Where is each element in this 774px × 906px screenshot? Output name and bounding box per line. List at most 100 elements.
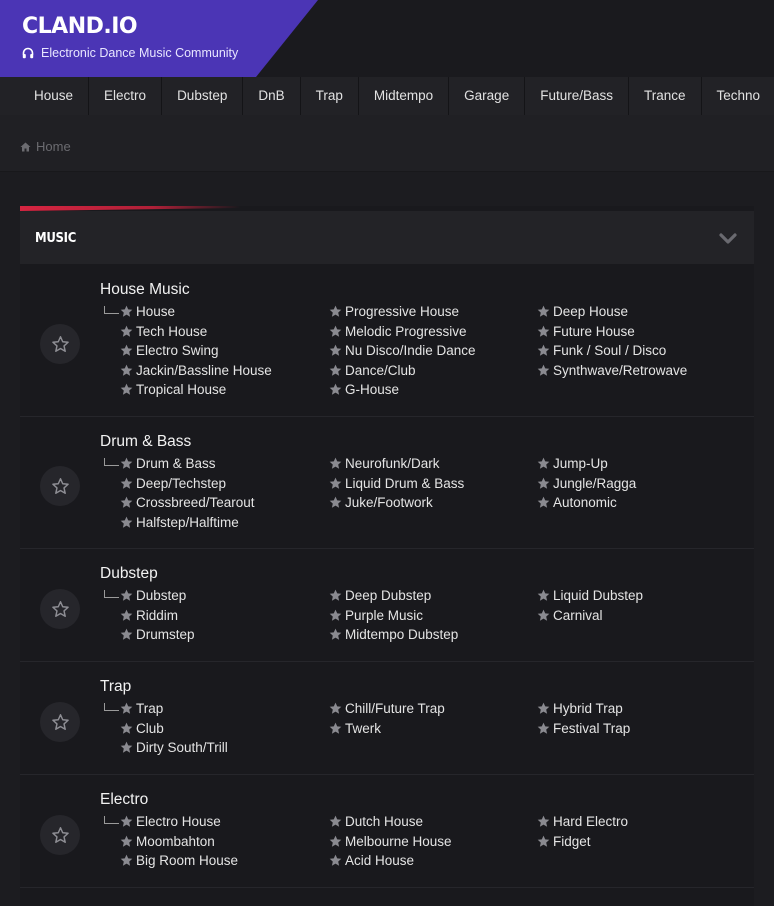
forum-status-badge (40, 815, 80, 855)
subforum-link[interactable]: Liquid Dubstep (537, 588, 643, 603)
subforum-label: Riddim (136, 608, 178, 623)
subforum-link[interactable]: Club (120, 721, 164, 736)
subforum-label: Tropical House (136, 382, 226, 397)
panel-header[interactable]: MUSIC (20, 211, 754, 264)
subforum-link[interactable]: Hard Electro (537, 814, 628, 829)
subforum-link[interactable]: Progressive House (329, 304, 459, 319)
star-icon (537, 325, 550, 338)
subforum-link[interactable]: G-House (329, 382, 399, 397)
subforum-link[interactable]: Big Room House (120, 853, 238, 868)
subforum-link[interactable]: House (120, 304, 175, 319)
subforum-link[interactable]: Festival Trap (537, 721, 630, 736)
subforum-label: Jump-Up (553, 456, 608, 471)
nav-item-electro[interactable]: Electro (88, 77, 161, 115)
nav-item-techno[interactable]: Techno (701, 77, 774, 115)
nav-item-future-bass[interactable]: Future/Bass (524, 77, 628, 115)
star-icon (120, 477, 133, 490)
subforum-link[interactable]: Neurofunk/Dark (329, 456, 440, 471)
star-icon (120, 835, 133, 848)
subforum-link[interactable]: Electro Swing (120, 343, 219, 358)
subforum-link[interactable]: Tech House (120, 324, 207, 339)
subforum-tree-connector (104, 816, 119, 824)
subforum-link[interactable]: Deep House (537, 304, 628, 319)
subforum-link[interactable]: Nu Disco/Indie Dance (329, 343, 476, 358)
forum-title[interactable]: Trap (100, 678, 131, 696)
subforum-link[interactable]: Electro House (120, 814, 221, 829)
subforum-link[interactable]: Trap (120, 701, 163, 716)
subforum-link[interactable]: Carnival (537, 608, 603, 623)
nav-item-trance[interactable]: Trance (628, 77, 701, 115)
subforum-link[interactable]: Fidget (537, 834, 591, 849)
subforum-link[interactable]: Crossbreed/Tearout (120, 495, 255, 510)
forum-title[interactable]: Drum & Bass (100, 433, 191, 451)
subforum-link[interactable]: Jungle/Ragga (537, 476, 636, 491)
subforum-tree-connector (104, 306, 119, 314)
nav-item-dubstep[interactable]: Dubstep (161, 77, 242, 115)
subforum-label: Drum & Bass (136, 456, 216, 471)
star-icon (120, 364, 133, 377)
star-icon (120, 457, 133, 470)
forum-title[interactable]: House Music (100, 281, 190, 299)
subforum-label: Purple Music (345, 608, 423, 623)
subforum-link[interactable]: Riddim (120, 608, 178, 623)
subforum-link[interactable]: Melodic Progressive (329, 324, 467, 339)
forum-status-badge (40, 702, 80, 742)
star-icon (120, 741, 133, 754)
subforum-link[interactable]: Tropical House (120, 382, 226, 397)
chevron-down-icon[interactable] (719, 233, 737, 245)
subforum-link[interactable]: Deep/Techstep (120, 476, 226, 491)
nav-item-house[interactable]: House (0, 77, 88, 115)
subforum-link[interactable]: Midtempo Dubstep (329, 627, 458, 642)
subforum-link[interactable]: Funk / Soul / Disco (537, 343, 666, 358)
subforum-link[interactable]: Dubstep (120, 588, 186, 603)
subforum-link[interactable]: Dirty South/Trill (120, 740, 228, 755)
subforum-link[interactable]: Future House (537, 324, 635, 339)
star-icon (537, 815, 550, 828)
site-logo-text[interactable]: CLAND.IO (22, 14, 137, 39)
star-outline-icon (52, 827, 69, 844)
forum-title[interactable]: Dubstep (100, 565, 158, 583)
subforum-link[interactable]: Juke/Footwork (329, 495, 433, 510)
subforum-link[interactable]: Moombahton (120, 834, 215, 849)
subforum-link[interactable]: Drumstep (120, 627, 195, 642)
site-tagline: Electronic Dance Music Community (22, 46, 238, 60)
forum-status-badge (40, 589, 80, 629)
nav-item-midtempo[interactable]: Midtempo (358, 77, 448, 115)
subforum-link[interactable]: Jump-Up (537, 456, 608, 471)
subforum-link[interactable]: Hybrid Trap (537, 701, 623, 716)
star-icon (120, 609, 133, 622)
brand-block[interactable]: CLAND.IO Electronic Dance Music Communit… (0, 0, 318, 77)
subforum-label: Club (136, 721, 164, 736)
subforum-link[interactable]: Purple Music (329, 608, 423, 623)
subforum-link[interactable]: Dutch House (329, 814, 423, 829)
subforum-link[interactable]: Deep Dubstep (329, 588, 431, 603)
star-icon (329, 702, 342, 715)
subforum-label: Autonomic (553, 495, 617, 510)
breadcrumb[interactable]: Home (20, 139, 71, 154)
subforum-link[interactable]: Twerk (329, 721, 381, 736)
subforum-link[interactable]: Synthwave/Retrowave (537, 363, 687, 378)
subforum-link[interactable]: Dance/Club (329, 363, 416, 378)
star-outline-icon (52, 714, 69, 731)
nav-item-dnb[interactable]: DnB (242, 77, 299, 115)
star-icon (120, 305, 133, 318)
subforum-link[interactable]: Autonomic (537, 495, 617, 510)
subforum-link[interactable]: Chill/Future Trap (329, 701, 445, 716)
subforum-link[interactable]: Halfstep/Halftime (120, 515, 239, 530)
breadcrumb-home[interactable]: Home (36, 139, 71, 154)
forum-row: Drum & Bass Drum & Bass Deep/Techstep Cross… (20, 416, 754, 549)
subforum-label: Dance/Club (345, 363, 416, 378)
forum-title[interactable]: Electro (100, 791, 148, 809)
nav-item-trap[interactable]: Trap (300, 77, 358, 115)
subforum-label: Drumstep (136, 627, 195, 642)
subforum-link[interactable]: Melbourne House (329, 834, 452, 849)
subforum-label: Midtempo Dubstep (345, 627, 458, 642)
site-header: CLAND.IO Electronic Dance Music Communit… (0, 0, 774, 77)
subforum-label: Crossbreed/Tearout (136, 495, 255, 510)
subforum-link[interactable]: Drum & Bass (120, 456, 216, 471)
subforum-link[interactable]: Jackin/Bassline House (120, 363, 272, 378)
forum-row: Dubstep Dubstep Riddim Drumstep Deep Dubstep… (20, 548, 754, 662)
subforum-link[interactable]: Liquid Drum & Bass (329, 476, 464, 491)
nav-item-garage[interactable]: Garage (448, 77, 524, 115)
subforum-link[interactable]: Acid House (329, 853, 414, 868)
